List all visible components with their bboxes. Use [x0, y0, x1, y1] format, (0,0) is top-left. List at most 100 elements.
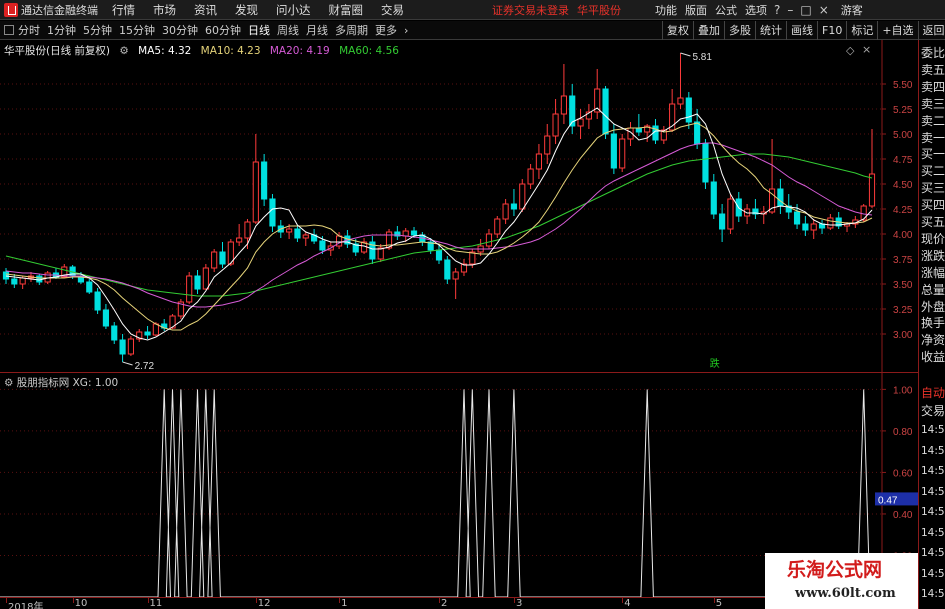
adjust-button[interactable]: 复权: [662, 21, 693, 40]
menu-options[interactable]: 选项: [745, 2, 767, 18]
candle-body: [685, 97, 692, 123]
draw-line-button[interactable]: 画线: [786, 21, 817, 40]
signal-tick-label: 0.80: [893, 427, 913, 438]
candle-body: [236, 237, 243, 243]
quote-field-label: 卖四: [921, 79, 945, 94]
period-daily[interactable]: 日线: [248, 22, 270, 38]
tick-time-label: 14:5: [921, 588, 945, 600]
candle-body: [2, 271, 10, 280]
quote-side-panel: 委比 卖五 卖四 卖三 卖二 卖一 买一 买二 买三 买四 买五 现价 涨跌 涨幅 总量 外盘 换手 净资 收益 自动…: [918, 40, 945, 609]
menu-trade[interactable]: 交易: [381, 2, 404, 18]
chevron-right-icon[interactable]: ›: [404, 24, 408, 37]
diamond-icon[interactable]: ◇: [846, 44, 854, 57]
period-5min[interactable]: 5分钟: [83, 22, 112, 38]
time-label: 3: [515, 598, 523, 609]
quote-field-label: 现价: [921, 231, 945, 246]
close-small-icon[interactable]: ×: [862, 43, 871, 56]
indicator-name: 股朋指标网: [16, 377, 70, 389]
candle-body: [127, 338, 134, 355]
candle-body: [502, 203, 509, 220]
tick-time-label: 14:5: [921, 465, 945, 477]
candle-body: [702, 143, 709, 183]
minimize-icon[interactable]: –: [787, 3, 793, 17]
candle-body: [710, 181, 717, 215]
candle-body: [777, 188, 784, 207]
signal-line: [0, 389, 872, 597]
quote-field-label: 涨幅: [921, 265, 945, 280]
time-tick-mark: [439, 598, 440, 603]
indicator-legend: ⚙ 股朋指标网 XG: 1.00: [4, 375, 118, 390]
price-tick-label: 3.50: [893, 280, 913, 291]
candle-body: [319, 240, 326, 251]
period-1min[interactable]: 1分钟: [47, 22, 76, 38]
period-15min[interactable]: 15分钟: [119, 22, 155, 38]
help-icon[interactable]: ?: [774, 3, 780, 17]
quote-field-label: 总量: [921, 282, 945, 297]
tick-time-label: 14:5: [921, 506, 945, 518]
settings-gear-icon[interactable]: ⚙: [119, 45, 128, 57]
candle-body: [544, 135, 551, 155]
menu-news[interactable]: 资讯: [194, 2, 217, 18]
price-tick-label: 5.25: [893, 105, 913, 116]
trade-button[interactable]: 交易: [921, 402, 945, 419]
menu-function[interactable]: 功能: [655, 2, 677, 18]
time-tick-mark: [713, 598, 715, 603]
candle-body: [727, 198, 734, 230]
candle-body: [102, 309, 110, 327]
menu-quotes[interactable]: 行情: [112, 2, 135, 18]
candle-body: [202, 267, 209, 290]
candle-body: [402, 230, 409, 237]
f10-button[interactable]: F10: [817, 21, 846, 40]
mark-button[interactable]: 标记: [846, 21, 877, 40]
menu-layout[interactable]: 版面: [685, 2, 707, 18]
time-label: 1: [341, 598, 348, 609]
period-60min[interactable]: 60分钟: [205, 22, 241, 38]
candle-body: [252, 161, 259, 223]
menu-wealth[interactable]: 财富圈: [329, 2, 364, 18]
period-multi[interactable]: 多周期: [335, 22, 368, 38]
overlay-button[interactable]: 叠加: [693, 21, 724, 40]
candle-body: [186, 275, 193, 303]
price-tick-label: 4.00: [893, 230, 913, 241]
close-icon[interactable]: ×: [819, 3, 829, 17]
period-30min[interactable]: 30分钟: [162, 22, 198, 38]
add-watchlist-button[interactable]: +自选: [877, 21, 917, 40]
price-tick-label: 4.25: [893, 205, 913, 216]
candlestick-chart[interactable]: 5.50 5.25 5.00 4.75 4.50 4.25 4.00 3.75 3.50 3.25…: [0, 40, 918, 372]
maximize-icon[interactable]: □: [800, 3, 811, 17]
back-button[interactable]: 返回: [917, 21, 945, 40]
menu-market[interactable]: 市场: [153, 2, 176, 18]
price-tick-label: 5.50: [893, 80, 913, 91]
statistics-button[interactable]: 统计: [755, 21, 786, 40]
period-more[interactable]: 更多: [375, 22, 397, 38]
menu-ask[interactable]: 问小达: [276, 2, 311, 18]
app-title: 通达信金融终端: [21, 3, 98, 17]
high-price-label: 5.81: [692, 52, 712, 63]
panel-toggle-icon[interactable]: [4, 25, 14, 35]
title-bar: 通达信金融终端 行情 市场 资讯 发现 问小达 财富圈 交易 证券交易未登录 华…: [0, 0, 945, 20]
quote-field-label: 买三: [921, 181, 945, 196]
tick-time-label: 14:5: [921, 567, 945, 580]
low-marker-line: [122, 361, 133, 366]
candle-body: [36, 275, 43, 283]
high-marker-line: [680, 52, 691, 57]
guest-login[interactable]: 游客: [841, 2, 863, 18]
quote-field-label: 卖一: [921, 130, 945, 145]
auto-trade-button[interactable]: 自动: [921, 384, 945, 401]
candle-body: [194, 275, 201, 290]
candle-body: [802, 223, 809, 231]
signal-tick-label: 0.40: [893, 510, 913, 521]
period-intraday[interactable]: 分时: [18, 22, 40, 38]
candle-body: [211, 251, 218, 269]
menu-formula[interactable]: 公式: [715, 2, 737, 18]
candle-body: [19, 277, 26, 285]
trade-login-status[interactable]: 证券交易未登录: [492, 2, 569, 18]
menu-discover[interactable]: 发现: [235, 2, 258, 18]
multi-stock-button[interactable]: 多股: [724, 21, 755, 40]
candle-body: [619, 138, 626, 169]
watermark-url: www.60lt.com: [795, 586, 896, 601]
period-weekly[interactable]: 周线: [277, 22, 299, 38]
signal-tick-label: 0.60: [893, 468, 913, 479]
period-monthly[interactable]: 月线: [306, 22, 328, 38]
indicator-gear-icon[interactable]: ⚙: [4, 377, 13, 389]
